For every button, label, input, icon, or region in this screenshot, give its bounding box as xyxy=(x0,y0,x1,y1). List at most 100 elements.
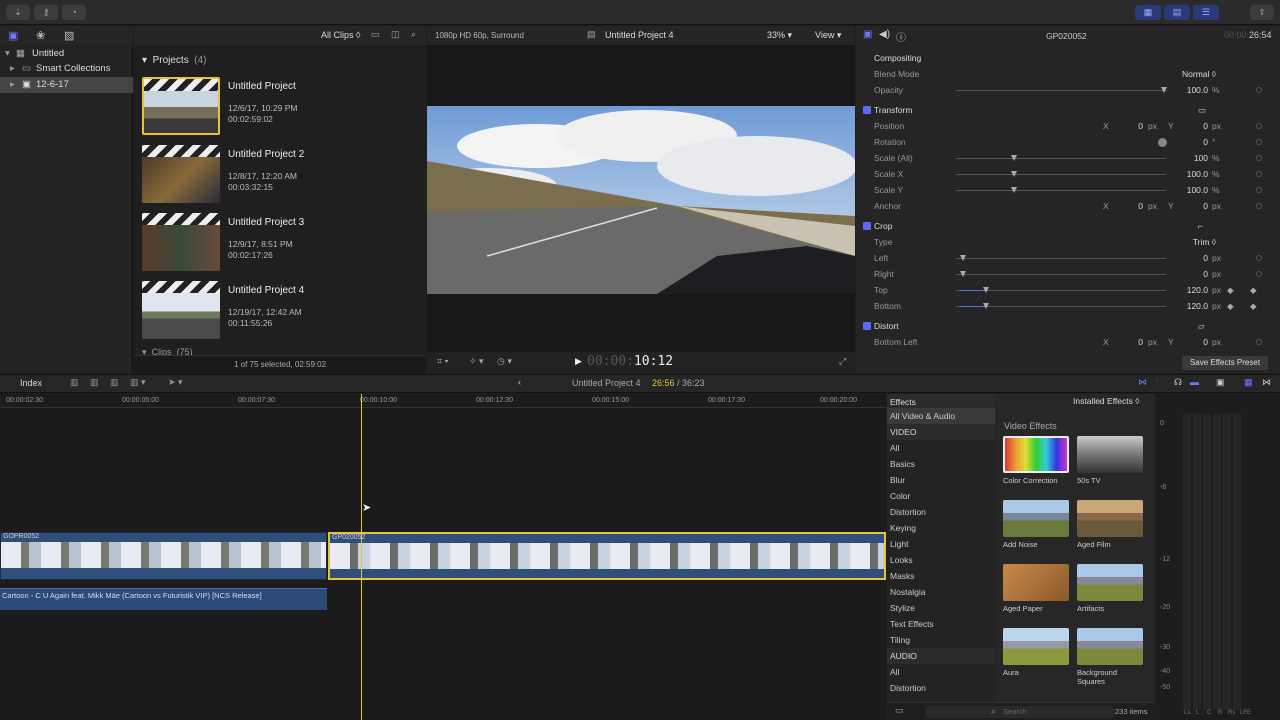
scale-x-slider[interactable] xyxy=(956,174,1166,175)
opacity-value[interactable]: 100.0 xyxy=(1156,82,1208,98)
clip-filter-dropdown[interactable]: All Clips ◊ xyxy=(321,30,360,40)
keyframe-diamond-icon[interactable]: ◆ xyxy=(1250,282,1257,298)
crop-left-value[interactable]: 0 xyxy=(1156,250,1208,266)
distort-onscreen-icon[interactable]: ▱ xyxy=(1198,318,1205,334)
scale-all-slider[interactable] xyxy=(956,158,1166,159)
effect-item[interactable]: Background Squares xyxy=(1077,628,1143,686)
playhead[interactable] xyxy=(361,394,362,720)
info-inspector-icon[interactable]: ⓘ xyxy=(896,29,906,44)
inspector-layout-button[interactable]: ☰ xyxy=(1193,5,1219,20)
keyframe-button[interactable] xyxy=(1256,187,1262,193)
scale-y-slider[interactable] xyxy=(956,190,1166,191)
effect-item[interactable]: Add Noise xyxy=(1003,500,1069,549)
fx-category[interactable]: Basics xyxy=(887,456,995,472)
keyframe-button[interactable] xyxy=(1256,339,1262,345)
audio-clip[interactable]: Cartoon - C U Again feat. Mikk Mäe (Cart… xyxy=(0,588,327,610)
distort-header[interactable]: Distort ▱ xyxy=(856,318,1280,334)
audio-skimming-icon[interactable]: ⫶ xyxy=(1156,377,1158,388)
keyframe-button[interactable] xyxy=(1256,271,1262,277)
skimming-icon[interactable]: ⋈ xyxy=(1138,377,1147,388)
crop-onscreen-icon[interactable]: ⌐ xyxy=(1198,218,1203,234)
photos-icon[interactable]: ❀ xyxy=(36,29,45,42)
index-button[interactable]: Index xyxy=(20,378,42,388)
background-tasks-button[interactable]: ◔ xyxy=(62,5,86,20)
disclosure-open-icon[interactable]: ▾ xyxy=(5,46,10,62)
audio-inspector-icon[interactable]: ◀) xyxy=(879,29,890,40)
list-view-icon[interactable]: ▭ xyxy=(371,29,380,40)
search-input[interactable]: ⌕ Search xyxy=(925,706,1115,718)
project-item[interactable]: Untitled Project 2 12/8/17, 12:20 AM 00:0… xyxy=(142,145,422,207)
fx-category[interactable]: Light xyxy=(887,536,995,552)
compositing-header[interactable]: Compositing xyxy=(856,50,1280,66)
fx-category[interactable]: Nostalgia xyxy=(887,584,995,600)
crop-top-value[interactable]: 120.0 xyxy=(1156,282,1208,298)
transform-checkbox[interactable] xyxy=(863,106,871,114)
timeline-layout-button[interactable]: ▤ xyxy=(1164,5,1190,20)
browser-layout-button[interactable]: ▦ xyxy=(1135,5,1161,20)
select-tool-icon[interactable]: ➤ ▾ xyxy=(168,377,183,388)
installed-effects-dropdown[interactable]: Installed Effects ◊ xyxy=(995,394,1155,408)
opacity-slider[interactable] xyxy=(956,90,1166,91)
timeline-area[interactable]: GOPR0052 GP020052 Cartoon - C U Again fe… xyxy=(0,394,886,720)
transitions-browser-icon[interactable]: ⋈ xyxy=(1262,377,1271,388)
bottom-left-y-value[interactable]: 0 xyxy=(1178,334,1208,350)
distort-checkbox[interactable] xyxy=(863,322,871,330)
effect-item[interactable]: Aura xyxy=(1003,628,1069,677)
video-clip-gopr0052[interactable]: GOPR0052 xyxy=(0,532,327,580)
fx-category[interactable]: Masks xyxy=(887,568,995,584)
fx-category[interactable]: All Video & Audio xyxy=(887,408,995,424)
keywords-button[interactable]: ⚷ xyxy=(34,5,58,20)
fullscreen-icon[interactable]: ⤢ xyxy=(839,356,846,367)
effects-browser-icon[interactable]: ▦ xyxy=(1244,377,1253,388)
keyframe-button[interactable] xyxy=(1256,171,1262,177)
insert-edit-icon[interactable]: ▥ xyxy=(90,377,99,388)
disclosure-closed-icon[interactable]: ▸ xyxy=(10,77,15,93)
fx-category[interactable]: Color xyxy=(887,488,995,504)
disclosure-closed-icon[interactable]: ▸ xyxy=(10,61,15,77)
append-edit-icon[interactable]: ▥ xyxy=(110,377,119,388)
keyframe-diamond-icon[interactable]: ◆ xyxy=(1227,298,1234,314)
zoom-dropdown[interactable]: 33% ▾ xyxy=(767,30,792,41)
transform-onscreen-icon[interactable]: ▭ xyxy=(1198,102,1206,118)
video-clip-gp020052[interactable]: GP020052 xyxy=(328,532,886,580)
timeline-ruler[interactable]: 00:00:02:30 00:00:05:00 00:00:07:30 00:0… xyxy=(0,394,886,408)
save-effects-preset-button[interactable]: Save Effects Preset xyxy=(1182,356,1268,370)
keyframe-button[interactable] xyxy=(1256,255,1262,261)
fx-category[interactable]: Looks xyxy=(887,552,995,568)
fx-category[interactable]: Keying xyxy=(887,520,995,536)
clip-appearance-icon[interactable]: ◫ xyxy=(391,29,400,40)
library-item-event[interactable]: ▸ ▣ 12-6-17 xyxy=(0,77,133,93)
effect-item[interactable]: Aged Film xyxy=(1077,500,1143,549)
transform-tool-icon[interactable]: ⌗ ▾ xyxy=(437,356,448,367)
fx-category[interactable]: Distortion xyxy=(887,680,995,696)
libraries-icon[interactable]: ▣ xyxy=(8,29,18,42)
keyframe-button[interactable] xyxy=(1256,203,1262,209)
titles-icon[interactable]: ▧ xyxy=(64,29,74,42)
video-inspector-icon[interactable]: ▣ xyxy=(863,29,872,40)
keyframe-diamond-icon[interactable]: ◆ xyxy=(1227,282,1234,298)
fx-category[interactable]: Distortion xyxy=(887,504,995,520)
connect-edit-icon[interactable]: ▥ xyxy=(70,377,79,388)
import-button[interactable]: ⇣ xyxy=(6,5,30,20)
rotation-value[interactable]: 0 xyxy=(1178,134,1208,150)
fx-category[interactable]: All xyxy=(887,440,995,456)
fx-category[interactable]: Stylize xyxy=(887,600,995,616)
library-item-smart-collections[interactable]: ▸ ▭ Smart Collections xyxy=(0,61,133,77)
speed-icon[interactable]: ◷ ▾ xyxy=(497,356,512,367)
crop-right-slider[interactable] xyxy=(956,274,1166,275)
keyframe-diamond-icon[interactable]: ◆ xyxy=(1250,298,1257,314)
keyframe-button[interactable] xyxy=(1256,87,1262,93)
fx-category[interactable]: Tiling xyxy=(887,632,995,648)
enhance-icon[interactable]: ✧ ▾ xyxy=(469,356,484,367)
scale-y-value[interactable]: 100.0 xyxy=(1156,182,1208,198)
keyframe-button[interactable] xyxy=(1256,123,1262,129)
effect-item[interactable]: Aged Paper xyxy=(1003,564,1069,613)
project-item[interactable]: Untitled Project 3 12/9/17, 8:51 PM 00:02… xyxy=(142,213,422,275)
scale-x-value[interactable]: 100.0 xyxy=(1156,166,1208,182)
fx-category[interactable]: Text Effects xyxy=(887,616,995,632)
anchor-x-value[interactable]: 0 xyxy=(1116,198,1143,214)
crop-left-slider[interactable] xyxy=(956,258,1166,259)
overwrite-edit-icon[interactable]: ▥ ▾ xyxy=(130,377,146,388)
library-untitled[interactable]: ▾ ▦ Untitled xyxy=(0,46,133,62)
clip-appearance-icon[interactable]: ▣ xyxy=(1216,377,1225,388)
